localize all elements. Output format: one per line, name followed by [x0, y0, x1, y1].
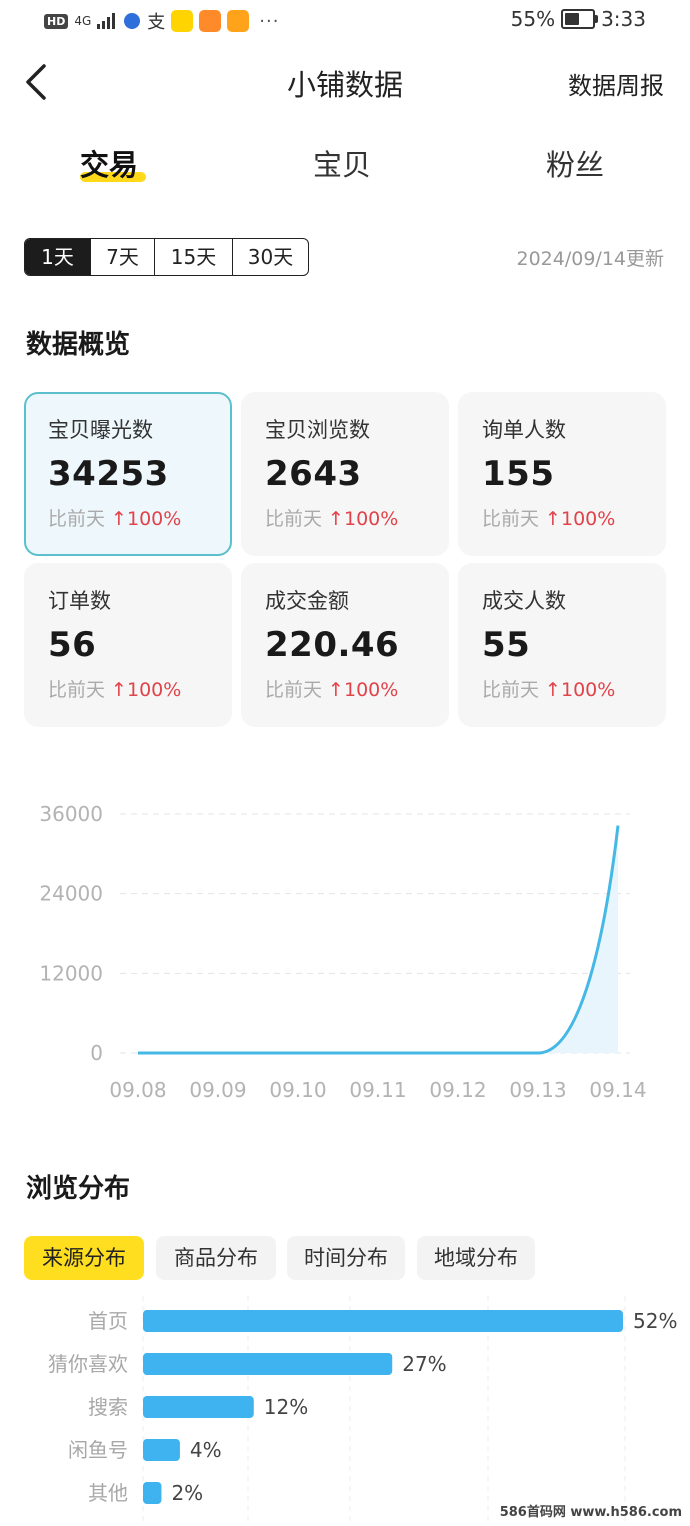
y-tick-label: 12000: [39, 961, 103, 985]
trend-chart: 0 12000 24000 36000 09.08 09.09 09.10 09.11 09.1…: [39, 802, 646, 1102]
metric-value: 220.46: [265, 625, 400, 665]
update-time: 2024/09/14更新: [516, 248, 664, 270]
xianyu-app-icon: [171, 10, 194, 32]
bar-value-label: 2%: [171, 1481, 203, 1505]
metric-compare: 比前天 ↑100%: [265, 508, 399, 530]
bar-category-label: 猜你喜欢: [48, 1352, 128, 1376]
orange-app-icon: [199, 10, 222, 32]
status-right: 55% 3:33: [511, 7, 646, 31]
metric-value: 155: [482, 454, 555, 494]
bar-category-label: 搜索: [88, 1395, 128, 1419]
metric-compare: 比前天 ↑100%: [48, 679, 182, 701]
x-tick-label: 09.11: [349, 1078, 406, 1102]
period-15d[interactable]: 15天: [154, 239, 232, 275]
y-tick-label: 24000: [39, 882, 103, 906]
metric-card-views[interactable]: 宝贝浏览数 2643 比前天 ↑100%: [241, 392, 449, 556]
y-tick-label: 0: [90, 1041, 103, 1065]
bar-category-label: 首页: [88, 1309, 128, 1333]
status-left: HD 4G 支 ···: [44, 8, 279, 34]
metric-value: 34253: [48, 454, 169, 494]
arrow-up-icon: ↑: [322, 679, 344, 701]
tab-product-dist[interactable]: 商品分布: [156, 1236, 276, 1280]
status-bar: HD 4G 支 ··· 55% 3:33: [0, 0, 690, 40]
tab-time-dist[interactable]: 时间分布: [287, 1236, 405, 1280]
browse-title: 浏览分布: [26, 1174, 131, 1204]
distribution-bar: [143, 1396, 254, 1418]
browser-app-icon: [124, 13, 141, 29]
overview-title: 数据概览: [26, 330, 131, 360]
x-tick-label: 09.09: [189, 1078, 246, 1102]
y-tick-label: 36000: [39, 802, 103, 826]
metric-compare: 比前天 ↑100%: [482, 679, 616, 701]
metric-label: 宝贝浏览数: [265, 418, 370, 442]
bar-value-label: 27%: [402, 1352, 446, 1376]
tab-fans[interactable]: 粉丝: [546, 142, 604, 184]
metric-label: 询单人数: [482, 418, 566, 442]
network-label: 4G: [74, 14, 92, 28]
x-tick-label: 09.12: [429, 1078, 486, 1102]
distribution-bar: [143, 1353, 393, 1375]
clock: 3:33: [601, 7, 646, 31]
arrow-up-icon: ↑: [539, 508, 561, 530]
tab-source-dist[interactable]: 来源分布: [24, 1236, 144, 1280]
metric-card-inquiries[interactable]: 询单人数 155 比前天 ↑100%: [458, 392, 666, 556]
bar-value-label: 52%: [633, 1309, 677, 1333]
x-tick-label: 09.10: [269, 1078, 326, 1102]
play-app-icon: [227, 10, 250, 32]
weekly-report-link[interactable]: 数据周报: [568, 66, 664, 101]
trend-line: [138, 825, 620, 1055]
metric-value: 56: [48, 625, 97, 665]
period-selector: 1天 7天 15天 30天: [24, 238, 309, 276]
tab-trade[interactable]: 交易: [80, 142, 138, 184]
hd-badge: HD: [44, 13, 69, 29]
source-distribution-chart: 首页 52% 猜你喜欢 27% 搜索 12% 闲鱼号 4% 其他 2%: [48, 1296, 677, 1526]
period-7d[interactable]: 7天: [90, 239, 154, 275]
metric-value: 55: [482, 625, 531, 665]
alipay-icon: 支: [147, 12, 166, 33]
metric-compare: 比前天 ↑100%: [48, 508, 182, 530]
bar-value-label: 12%: [264, 1395, 308, 1419]
metric-compare: 比前天 ↑100%: [265, 679, 399, 701]
metric-value: 2643: [265, 454, 362, 494]
x-tick-label: 09.08: [109, 1078, 166, 1102]
battery-icon: [561, 9, 599, 29]
metric-card-gmv[interactable]: 成交金额 220.46 比前天 ↑100%: [241, 563, 449, 727]
battery-percent: 55%: [510, 7, 556, 31]
arrow-up-icon: ↑: [539, 679, 561, 701]
trend-area-fill: [138, 825, 618, 1053]
metric-card-orders[interactable]: 订单数 56 比前天 ↑100%: [24, 563, 232, 727]
metric-card-buyers[interactable]: 成交人数 55 比前天 ↑100%: [458, 563, 666, 727]
arrow-up-icon: ↑: [105, 508, 127, 530]
period-30d[interactable]: 30天: [232, 239, 308, 275]
bar-value-label: 4%: [190, 1438, 222, 1462]
metric-compare: 比前天 ↑100%: [482, 508, 616, 530]
arrow-up-icon: ↑: [105, 679, 127, 701]
x-tick-label: 09.14: [589, 1078, 646, 1102]
x-tick-label: 09.13: [509, 1078, 566, 1102]
distribution-bar: [143, 1310, 623, 1332]
bar-category-label: 其他: [88, 1481, 128, 1505]
metric-label: 宝贝曝光数: [48, 418, 153, 442]
metric-label: 成交人数: [482, 589, 566, 613]
metric-label: 订单数: [48, 589, 111, 613]
period-1d[interactable]: 1天: [25, 239, 90, 275]
distribution-bar: [143, 1482, 162, 1504]
watermark: 586首码网 www.h586.com: [499, 1505, 682, 1520]
distribution-bar: [143, 1439, 180, 1461]
metric-label: 成交金额: [265, 589, 349, 613]
tab-items[interactable]: 宝贝: [313, 142, 371, 184]
signal-icon: [97, 13, 116, 29]
bar-category-label: 闲鱼号: [68, 1438, 128, 1462]
arrow-up-icon: ↑: [322, 508, 344, 530]
more-notifications-icon: ···: [259, 10, 280, 32]
tab-region-dist[interactable]: 地域分布: [417, 1236, 535, 1280]
metric-card-exposure[interactable]: 宝贝曝光数 34253 比前天 ↑100%: [24, 392, 232, 556]
